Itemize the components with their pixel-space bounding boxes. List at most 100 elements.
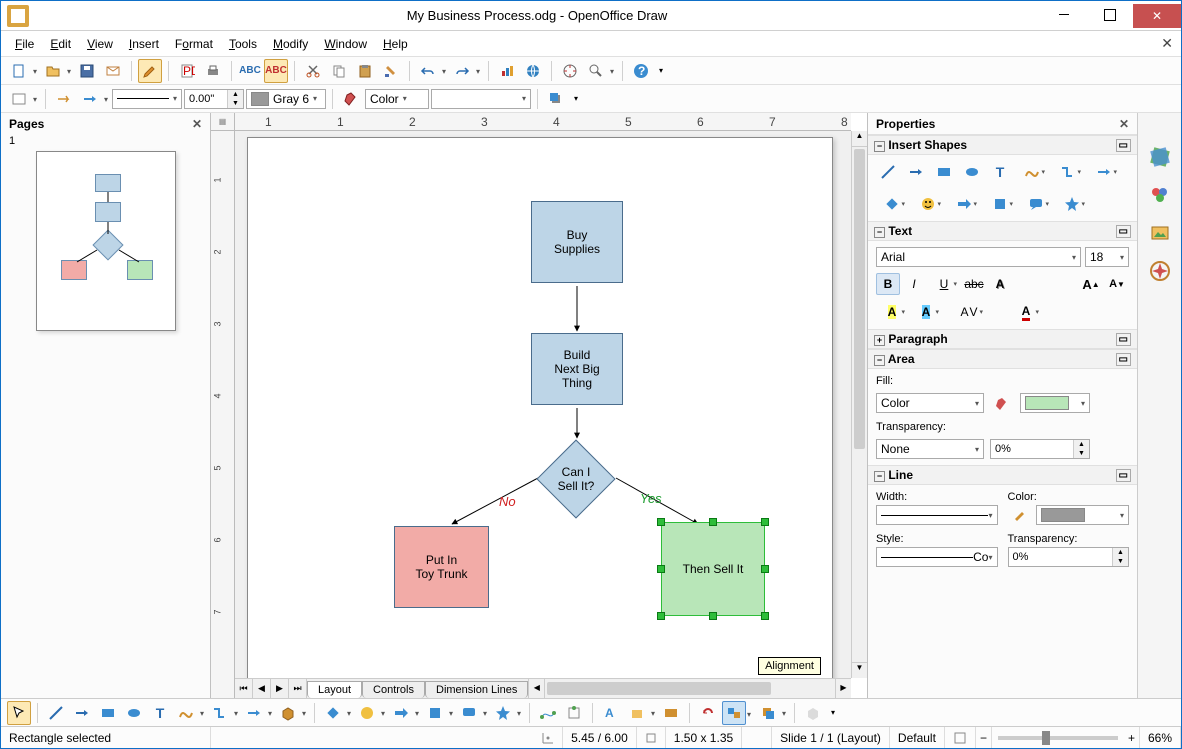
shadow-button[interactable] <box>544 87 568 111</box>
chart-button[interactable] <box>495 59 519 83</box>
extrusion-button[interactable] <box>801 701 825 725</box>
help-button[interactable]: ? <box>629 59 653 83</box>
arrow-tool[interactable] <box>904 161 928 183</box>
line-color-select2[interactable]: ▾ <box>1036 505 1130 525</box>
section-area-header[interactable]: − Area ▭ <box>868 349 1137 369</box>
bold-button[interactable]: B <box>876 273 900 295</box>
line-color-pen-button[interactable] <box>1008 505 1032 527</box>
connector-tool[interactable] <box>1052 161 1084 183</box>
vertical-scrollbar[interactable]: ▲ ▼ <box>851 131 867 678</box>
undo-button[interactable] <box>416 59 440 83</box>
email-button[interactable] <box>101 59 125 83</box>
close-button[interactable] <box>1133 4 1181 28</box>
stars-tool[interactable] <box>1056 193 1088 215</box>
edit-button[interactable] <box>138 59 162 83</box>
zoom-out-button[interactable]: − <box>976 727 992 748</box>
hyperlink-button[interactable] <box>521 59 545 83</box>
gallery-button-bottom[interactable] <box>659 701 683 725</box>
sidebar-gallery-button[interactable] <box>1146 219 1174 247</box>
transparency-spinner[interactable]: ▲▼ <box>990 439 1090 459</box>
sidebar-navigator-button[interactable] <box>1146 257 1174 285</box>
line-style-select2[interactable]: Co▾ <box>876 547 998 567</box>
highlight2-button[interactable]: A <box>910 301 942 323</box>
arrow-style-button[interactable] <box>52 87 76 111</box>
menu-file[interactable]: File <box>9 35 40 53</box>
symbol-shapes-tool[interactable] <box>912 193 944 215</box>
increase-font-button[interactable]: A▲ <box>1079 273 1103 295</box>
rect-tool[interactable] <box>932 161 956 183</box>
line-tool[interactable] <box>876 161 900 183</box>
rotate-button[interactable] <box>696 701 720 725</box>
drawing-page[interactable]: Buy Supplies Build Next Big Thing Can I … <box>247 137 833 678</box>
properties-close-button[interactable]: ✕ <box>1119 117 1129 131</box>
section-line-header[interactable]: − Line ▭ <box>868 465 1137 485</box>
minimize-button[interactable] <box>1041 4 1087 26</box>
italic-button[interactable]: I <box>902 273 926 295</box>
section-more-icon[interactable]: ▭ <box>1116 469 1131 482</box>
underline-button[interactable]: U <box>928 273 960 295</box>
slide-thumbnail[interactable] <box>36 151 176 331</box>
horizontal-scrollbar[interactable]: ◀ ▶ Alignment <box>528 679 851 698</box>
fill-color-select[interactable]: ▾ <box>431 89 531 109</box>
toolbar2-overflow-button[interactable]: ▾ <box>570 87 582 111</box>
shadow-text-button[interactable]: A <box>988 273 1012 295</box>
basic-shapes-tool[interactable] <box>876 193 908 215</box>
transparency-mode-select[interactable]: None▾ <box>876 439 984 459</box>
format-paintbrush-button[interactable] <box>379 59 403 83</box>
flowchart-decision[interactable]: Can I Sell It? <box>536 439 615 518</box>
section-more-icon[interactable]: ▭ <box>1116 139 1131 152</box>
menu-help[interactable]: Help <box>377 35 414 53</box>
line-end-style-button[interactable] <box>78 87 102 111</box>
basic-shapes-bottom[interactable] <box>321 701 345 725</box>
area-style-button[interactable] <box>339 87 363 111</box>
bottom-toolbar-overflow[interactable]: ▾ <box>827 701 839 725</box>
flowchart-box-buy-supplies[interactable]: Buy Supplies <box>531 201 623 283</box>
line-width-select[interactable]: ▾ <box>876 505 998 525</box>
callouts-tool[interactable] <box>1020 193 1052 215</box>
section-insert-shapes-header[interactable]: − Insert Shapes ▭ <box>868 135 1137 155</box>
menu-window[interactable]: Window <box>318 35 373 53</box>
save-button[interactable] <box>75 59 99 83</box>
fill-color-select[interactable]: ▾ <box>1020 393 1090 413</box>
3d-tool-bottom[interactable] <box>276 701 300 725</box>
redo-button[interactable] <box>450 59 474 83</box>
menu-tools[interactable]: Tools <box>223 35 263 53</box>
pages-close-button[interactable]: ✕ <box>192 117 202 131</box>
menu-modify[interactable]: Modify <box>267 35 314 53</box>
vertical-ruler[interactable]: 12 34 56 7 <box>211 131 235 698</box>
fill-type-select[interactable]: Color▾ <box>876 393 984 413</box>
line-tool-bottom[interactable] <box>44 701 68 725</box>
stars-bottom[interactable] <box>491 701 515 725</box>
arrange-button[interactable] <box>756 701 780 725</box>
zoom-slider[interactable] <box>998 736 1118 740</box>
block-arrows-tool[interactable] <box>948 193 980 215</box>
maximize-button[interactable] <box>1087 4 1133 26</box>
symbol-shapes-bottom[interactable] <box>355 701 379 725</box>
section-more-icon[interactable]: ▭ <box>1116 333 1131 346</box>
select-tool[interactable] <box>7 701 31 725</box>
zoom-button[interactable] <box>584 59 608 83</box>
connector-tool-bottom[interactable] <box>208 701 232 725</box>
alignment-button[interactable] <box>722 701 746 725</box>
font-color-button[interactable]: A <box>1010 301 1042 323</box>
line-color-select[interactable]: Gray 6 ▾ <box>246 89 326 109</box>
menu-edit[interactable]: Edit <box>44 35 77 53</box>
paste-button[interactable] <box>353 59 377 83</box>
rect-tool-bottom[interactable] <box>96 701 120 725</box>
arrow-tool-bottom[interactable] <box>70 701 94 725</box>
tab-prev-button[interactable]: ◀ <box>253 679 271 698</box>
line-transparency-spinner[interactable]: ▲▼ <box>1008 547 1130 567</box>
styles-button[interactable] <box>7 87 31 111</box>
section-more-icon[interactable]: ▭ <box>1116 225 1131 238</box>
curve-tool[interactable] <box>1016 161 1048 183</box>
decrease-font-button[interactable]: A▼ <box>1105 273 1129 295</box>
block-arrows-bottom[interactable] <box>389 701 413 725</box>
navigator-button[interactable] <box>558 59 582 83</box>
menu-view[interactable]: View <box>81 35 119 53</box>
sidebar-properties-button[interactable] <box>1146 143 1174 171</box>
canvas-viewport[interactable]: Buy Supplies Build Next Big Thing Can I … <box>235 131 867 678</box>
text-tool[interactable]: T <box>988 161 1012 183</box>
callouts-bottom[interactable] <box>457 701 481 725</box>
horizontal-ruler[interactable]: 11 23 45 67 8 <box>235 113 851 131</box>
cut-button[interactable] <box>301 59 325 83</box>
